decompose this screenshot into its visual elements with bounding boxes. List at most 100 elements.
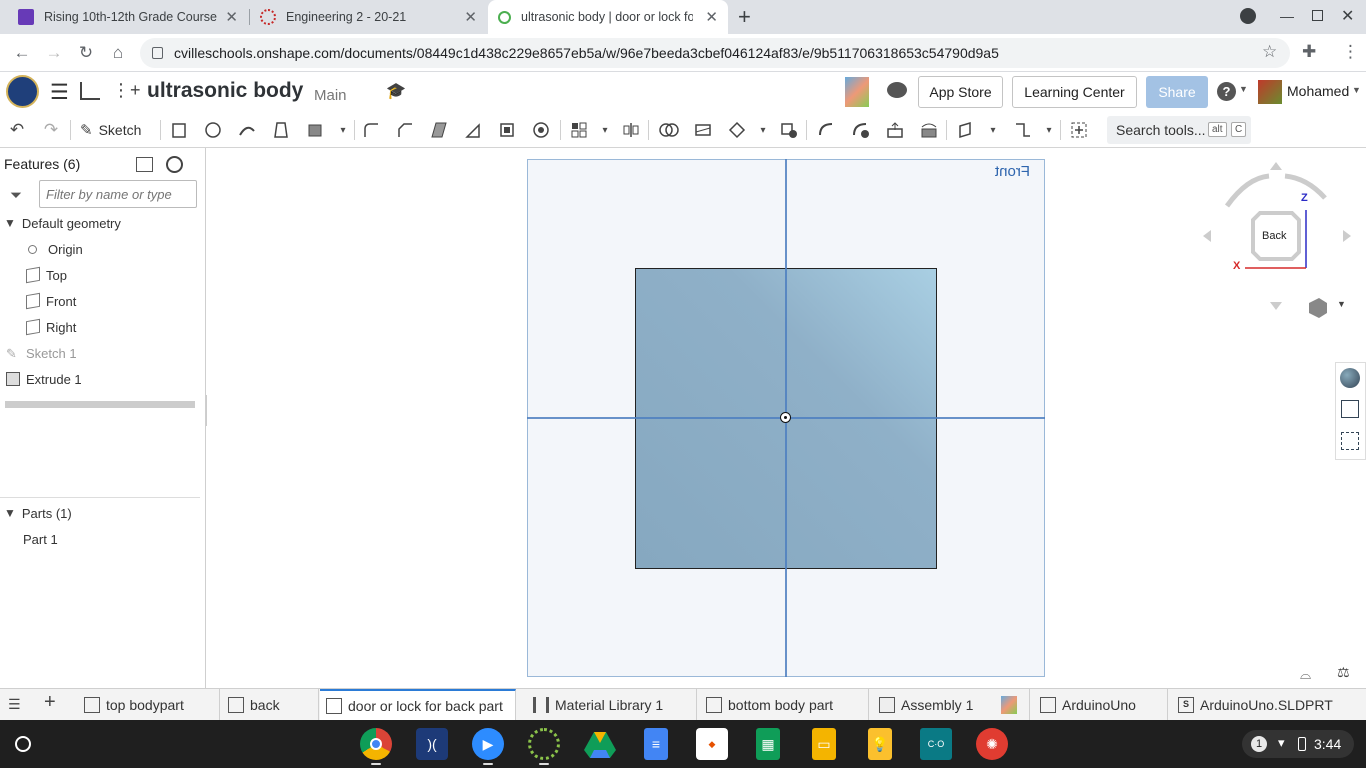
new-tab-icon[interactable]: + — [738, 4, 751, 30]
google-drive-icon[interactable] — [584, 728, 616, 760]
launcher-icon[interactable] — [15, 736, 31, 752]
measure-icon[interactable]: ⚖ — [1337, 664, 1350, 681]
close-tab-icon[interactable]: ✕ — [705, 8, 718, 26]
tab-back[interactable]: back — [222, 689, 319, 720]
feature-list-icon[interactable] — [80, 82, 100, 100]
hole-icon[interactable] — [530, 119, 552, 141]
feature-item-sketch-1[interactable]: ✎ Sketch 1 — [0, 340, 205, 366]
branch-label[interactable]: Main — [314, 87, 347, 104]
close-tab-icon[interactable]: ✕ — [464, 8, 477, 26]
reload-icon[interactable]: ↻ — [73, 40, 99, 66]
add-custom-feature-icon[interactable] — [1068, 119, 1090, 141]
modify-fillet-icon[interactable] — [816, 119, 838, 141]
view-cube-face-label[interactable]: Back — [1262, 230, 1286, 242]
chrome-menu-icon[interactable]: ⋮ — [1342, 42, 1359, 62]
loading-app-icon[interactable] — [528, 728, 560, 760]
pattern-icon[interactable] — [568, 119, 590, 141]
sheet-metal-icon[interactable] — [1012, 119, 1034, 141]
browser-tab-onshape[interactable]: ultrasonic body | door or lock fo ✕ — [488, 0, 728, 34]
thicken-icon[interactable] — [304, 119, 326, 141]
code-org-icon[interactable]: C·O — [920, 728, 952, 760]
tab-door-or-lock[interactable]: door or lock for back part — [320, 689, 516, 720]
document-title[interactable]: ultrasonic body — [147, 79, 303, 103]
browser-tab-course[interactable]: Rising 10th-12th Grade Course R ✕ — [8, 0, 248, 34]
meet-app-icon[interactable]: )( — [416, 728, 448, 760]
chevron-down-icon[interactable]: ▾ — [752, 119, 774, 141]
feature-item-origin[interactable]: Origin — [0, 236, 205, 262]
split-icon[interactable] — [692, 119, 714, 141]
restore-icon[interactable] — [1312, 10, 1323, 21]
mirror-icon[interactable] — [620, 119, 642, 141]
tab-search-icon[interactable] — [1240, 8, 1256, 24]
delete-part-icon[interactable] — [778, 119, 800, 141]
graphics-viewport[interactable]: Front Back Z X ▼ ⌓ ⚖ — [207, 148, 1366, 688]
parts-group[interactable]: ▼ Parts (1) — [0, 500, 205, 526]
plane-tool-icon[interactable] — [956, 119, 978, 141]
appearance-icon[interactable] — [1340, 368, 1360, 388]
redo-icon[interactable]: ↷ — [40, 119, 62, 141]
zoom-icon[interactable]: ▶ — [472, 728, 504, 760]
status-area[interactable]: 1 ▾ 3:44 — [1242, 730, 1354, 758]
google-sheets-icon[interactable]: ▦ — [756, 728, 780, 760]
search-tools-input[interactable]: Search tools... alt C — [1107, 116, 1251, 144]
rollback-timer-icon[interactable] — [166, 156, 183, 173]
tab-material-library[interactable]: Material Library 1 — [527, 689, 697, 720]
transform-icon[interactable] — [726, 119, 748, 141]
draft-icon[interactable] — [428, 119, 450, 141]
google-keep-icon[interactable]: 💡 — [868, 728, 892, 760]
tab-assembly-1[interactable]: Assembly 1 — [873, 689, 1030, 720]
app-store-button[interactable]: App Store — [918, 76, 1003, 108]
close-tab-icon[interactable]: ✕ — [225, 8, 238, 26]
forward-icon[interactable]: → — [41, 40, 67, 66]
origin-marker[interactable] — [780, 412, 791, 423]
chevron-down-icon[interactable]: ▼ — [4, 506, 16, 520]
part-item[interactable]: Part 1 — [0, 526, 205, 552]
filter-icon[interactable]: ⏷ — [10, 187, 22, 204]
rib-icon[interactable] — [462, 119, 484, 141]
delete-face-icon[interactable] — [850, 119, 872, 141]
back-icon[interactable]: ← — [9, 40, 35, 66]
google-docs-icon[interactable]: ≡ — [644, 728, 668, 760]
menu-icon[interactable]: ☰ — [50, 80, 69, 105]
replace-face-icon[interactable] — [918, 119, 940, 141]
feature-item-top[interactable]: Top — [0, 262, 205, 288]
chamfer-icon[interactable] — [394, 119, 416, 141]
education-cap-icon[interactable]: 🎓 — [386, 81, 406, 101]
comments-icon[interactable] — [887, 82, 907, 98]
bookmark-star-icon[interactable]: ☆ — [1262, 42, 1277, 62]
chevron-down-icon[interactable]: ▾ — [982, 119, 1004, 141]
learning-center-button[interactable]: Learning Center — [1012, 76, 1137, 108]
extrude-icon[interactable] — [168, 119, 190, 141]
user-menu-chevron-icon[interactable]: ▼ — [1352, 85, 1361, 95]
sketch-button[interactable]: ✎ Sketch — [80, 119, 141, 141]
view-options-chevron-icon[interactable]: ▼ — [1337, 299, 1346, 309]
thumbnail-icon[interactable] — [845, 77, 869, 107]
close-window-icon[interactable]: ✕ — [1341, 6, 1354, 26]
rollback-bar[interactable] — [5, 401, 195, 408]
help-icon[interactable]: ? — [1217, 82, 1236, 101]
feature-item-front[interactable]: Front — [0, 288, 205, 314]
feature-filter-input[interactable] — [39, 180, 197, 208]
undo-icon[interactable]: ↶ — [6, 119, 28, 141]
school-logo[interactable] — [6, 75, 39, 108]
insert-tab-icon[interactable]: + — [44, 691, 56, 714]
move-face-icon[interactable] — [884, 119, 906, 141]
tab-arduino-uno-sldprt[interactable]: S ArduinoUno.SLDPRT — [1172, 689, 1366, 720]
google-slides-icon[interactable]: ▭ — [812, 728, 836, 760]
minimize-icon[interactable]: — — [1280, 8, 1294, 24]
display-mode-icon[interactable]: ⌓ — [1300, 666, 1311, 683]
revolve-icon[interactable] — [202, 119, 224, 141]
insert-icon[interactable]: ⋮+ — [112, 80, 141, 101]
sweep-icon[interactable] — [236, 119, 258, 141]
home-icon[interactable]: ⌂ — [105, 40, 131, 66]
chevron-down-icon[interactable]: ▾ — [594, 119, 616, 141]
configurations-icon[interactable] — [1341, 432, 1359, 450]
boolean-icon[interactable] — [658, 119, 680, 141]
help-dropdown-icon[interactable]: ▼ — [1239, 84, 1248, 94]
canvas-app-icon[interactable]: ✺ — [976, 728, 1008, 760]
illuminate-icon[interactable]: ◆ — [696, 728, 728, 760]
shell-icon[interactable] — [496, 119, 518, 141]
feature-item-right[interactable]: Right — [0, 314, 205, 340]
tab-bottom-body-part[interactable]: bottom body part — [700, 689, 869, 720]
tab-arduino-uno[interactable]: ArduinoUno — [1034, 689, 1168, 720]
